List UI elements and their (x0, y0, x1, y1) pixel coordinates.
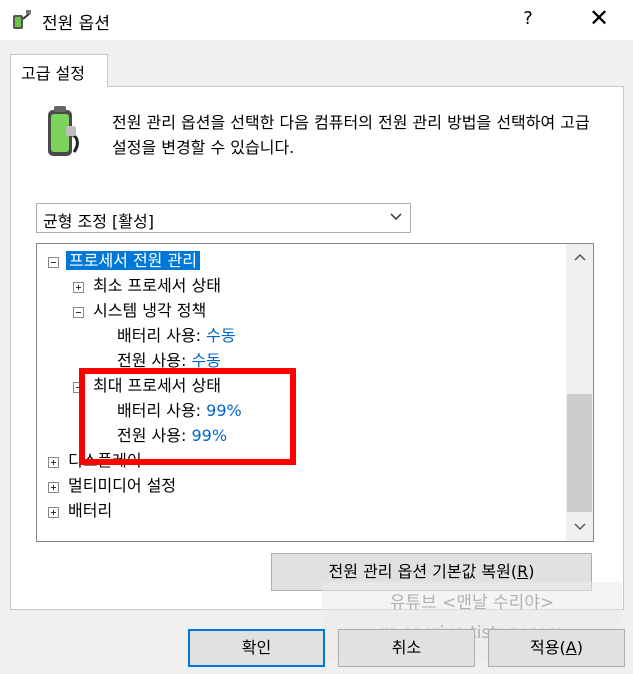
chevron-up-icon[interactable] (572, 250, 588, 266)
vertical-scrollbar[interactable] (566, 244, 593, 541)
tree-item-max-battery[interactable]: 배터리 사용: 99% (117, 400, 242, 422)
tree-item-display[interactable]: 디스플레이 (68, 450, 142, 472)
setting-label: 배터리 사용: (117, 401, 202, 420)
tree-item-max-ac[interactable]: 전원 사용: 99% (117, 425, 227, 447)
description-text: 전원 관리 옵션을 선택한 다음 컴퓨터의 전원 관리 방법을 선택하여 고급 … (112, 113, 590, 157)
tree-item-cooling-battery[interactable]: 배터리 사용: 수동 (117, 325, 236, 347)
scrollbar-thumb[interactable] (567, 394, 592, 512)
setting-value[interactable]: 수동 (206, 326, 235, 345)
settings-tree[interactable]: 프로세서 전원 관리 최소 프로세서 상태 시스템 냉각 정책 배터리 사용: … (36, 243, 594, 542)
setting-label: 전원 사용: (117, 426, 187, 445)
title-bar: 전원 옵션 ? ✕ (0, 0, 633, 40)
apply-button[interactable]: 적용(A) (488, 629, 625, 667)
setting-label: 배터리 사용: (117, 326, 202, 345)
tree-item-label: 프로세서 전원 관리 (66, 251, 200, 270)
expand-icon[interactable] (48, 457, 59, 468)
chevron-down-icon (390, 213, 402, 221)
setting-value[interactable]: 99% (191, 426, 227, 445)
tree-item-min-state[interactable]: 최소 프로세서 상태 (93, 275, 221, 297)
watermark-line: 유튜브 <맨날 수리야> (389, 593, 555, 613)
setting-label: 전원 사용: (117, 351, 187, 370)
cancel-button[interactable]: 취소 (338, 629, 475, 667)
close-button[interactable]: ✕ (584, 4, 614, 32)
tree-item-max-state[interactable]: 최대 프로세서 상태 (93, 375, 221, 397)
access-key: A (565, 638, 577, 657)
power-plan-value: 균형 조정 [활성] (43, 212, 154, 231)
button-label: 적용 (530, 638, 560, 657)
tree-item-processor-power[interactable]: 프로세서 전원 관리 (66, 250, 200, 272)
tree-item-cooling-ac[interactable]: 전원 사용: 수동 (117, 350, 221, 372)
access-key: R (517, 562, 529, 581)
expand-icon[interactable] (48, 482, 59, 493)
tree-item-battery[interactable]: 배터리 (68, 500, 112, 522)
collapse-icon[interactable] (73, 307, 84, 318)
power-options-icon (13, 10, 31, 29)
expand-icon[interactable] (73, 282, 84, 293)
setting-value[interactable]: 수동 (191, 351, 220, 370)
chevron-down-icon[interactable] (572, 518, 588, 534)
collapse-icon[interactable] (48, 257, 59, 268)
expand-icon[interactable] (48, 507, 59, 518)
button-label: 전원 관리 옵션 기본값 복원 (328, 562, 511, 581)
ok-button[interactable]: 확인 (188, 629, 325, 667)
help-button[interactable]: ? (516, 8, 540, 29)
tab-advanced-settings[interactable]: 고급 설정 (10, 54, 108, 87)
battery-plug-icon (48, 106, 79, 156)
tree-item-multimedia[interactable]: 멀티미디어 설정 (68, 475, 176, 497)
window-title: 전원 옵션 (42, 14, 110, 34)
setting-value[interactable]: 99% (206, 401, 242, 420)
tree-item-cooling-policy[interactable]: 시스템 냉각 정책 (93, 300, 206, 322)
power-plan-select[interactable]: 균형 조정 [활성] (36, 203, 411, 233)
collapse-icon[interactable] (73, 382, 84, 393)
